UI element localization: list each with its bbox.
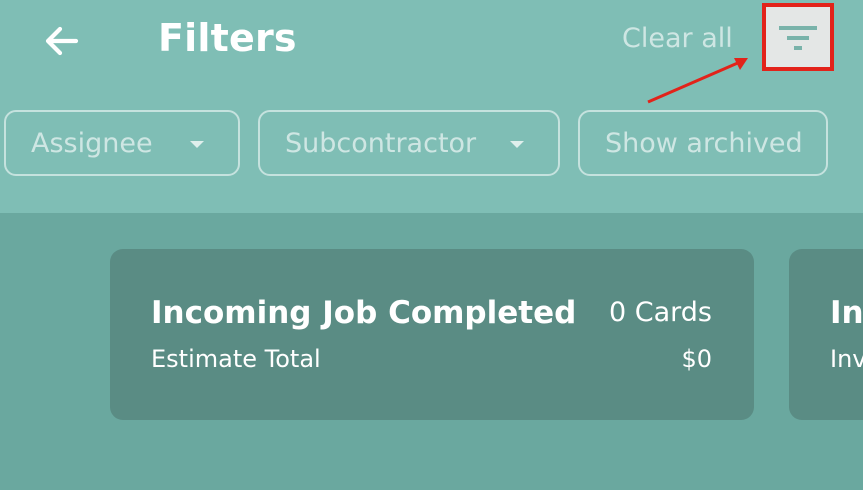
stage-subtitle: Inv <box>830 345 863 373</box>
assignee-chip-label: Assignee <box>31 127 153 159</box>
stage-title: Incoming Job Completed <box>151 295 577 331</box>
filter-button[interactable] <box>762 3 834 71</box>
page-title: Filters <box>158 16 297 60</box>
stage-title: Inv <box>830 295 863 331</box>
filters-header: Filters Clear all Assignee Subcontractor… <box>0 0 863 213</box>
card-count: 0 Cards <box>609 297 712 328</box>
subcontractor-chip[interactable]: Subcontractor <box>258 110 560 176</box>
caret-down-icon <box>510 141 524 148</box>
subcontractor-chip-label: Subcontractor <box>285 127 477 159</box>
show-archived-chip[interactable]: Show archived <box>578 110 828 176</box>
estimate-total-value: $0 <box>681 345 712 373</box>
show-archived-chip-label: Show archived <box>605 127 803 159</box>
stage-card-partial[interactable]: Inv Inv <box>789 249 863 420</box>
estimate-total-label: Estimate Total <box>151 345 321 373</box>
arrow-left-icon <box>45 26 79 56</box>
stage-card[interactable]: Incoming Job Completed 0 Cards Estimate … <box>110 249 754 420</box>
annotation-arrow <box>647 58 748 104</box>
caret-down-icon <box>190 141 204 148</box>
clear-all-button[interactable]: Clear all <box>622 23 733 54</box>
assignee-chip[interactable]: Assignee <box>4 110 240 176</box>
filter-lines-icon <box>779 26 817 50</box>
back-button[interactable] <box>36 18 86 64</box>
